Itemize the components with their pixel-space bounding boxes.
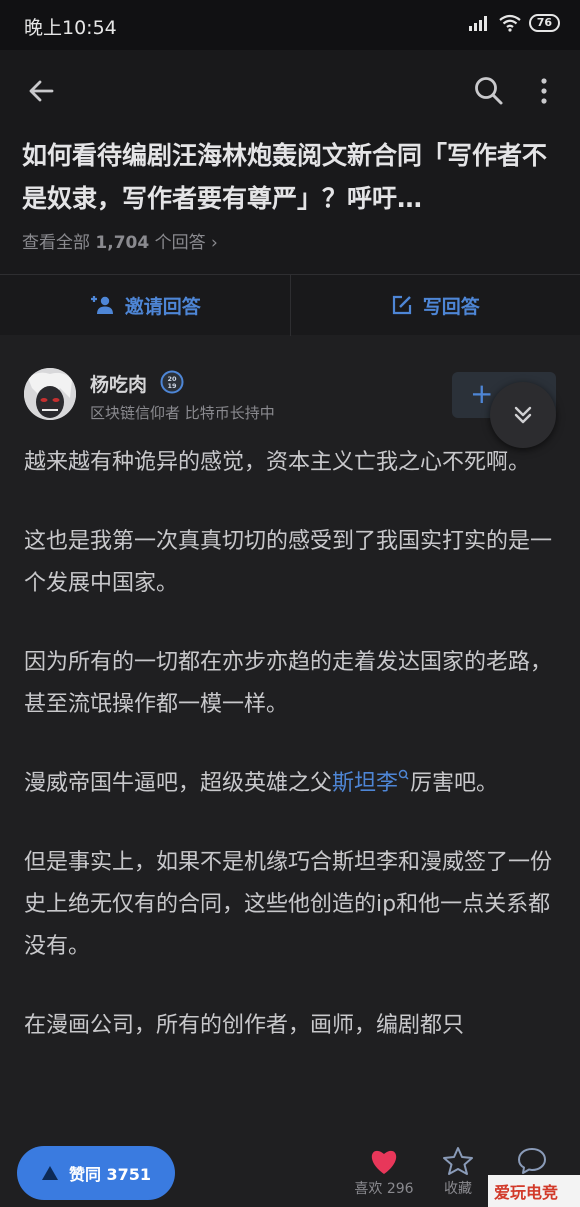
collapse-button[interactable] — [490, 382, 556, 448]
answers-count: 1,704 — [95, 233, 150, 253]
paragraph: 越来越有种诡异的感觉，资本主义亡我之心不死啊。 — [24, 450, 531, 475]
upvote-label: 赞同 3751 — [68, 1165, 152, 1184]
paragraph: 因为所有的一切都在亦步亦趋的走着发达国家的老路，甚至流氓操作都一模一样。 — [24, 650, 553, 717]
signal-icon — [468, 16, 487, 31]
author-name[interactable]: 杨吃肉 — [90, 370, 147, 397]
search-link-icon — [398, 769, 409, 780]
heart-icon — [371, 1150, 397, 1174]
comment-button[interactable] — [497, 1146, 567, 1178]
svg-text:19: 19 — [167, 382, 177, 390]
status-icons: 76 — [468, 14, 560, 32]
paragraph-text: 漫威帝国牛逼吧，超级英雄之父 — [24, 771, 333, 796]
invite-answer-label: 邀请回答 — [124, 295, 201, 318]
stan-lee-link[interactable]: 斯坦李 — [332, 771, 398, 796]
avatar[interactable] — [24, 368, 76, 420]
status-bar: 晚上10:54 76 — [0, 0, 580, 50]
back-arrow-icon[interactable] — [24, 74, 58, 108]
battery-indicator: 76 — [528, 14, 560, 32]
star-icon — [443, 1147, 473, 1175]
answer-content: 越来越有种诡异的感觉，资本主义亡我之心不死啊。 这也是我第一次真真切切的感受到了… — [24, 442, 560, 1084]
answers-count-prefix: 查看全部 — [22, 233, 96, 253]
question-header: 如何看待编剧汪海林炮轰阅文新合同「写作者不是奴隶，写作者要有尊严」？呼吁… 查看… — [0, 50, 580, 336]
author-bio: 区块链信仰者 比特币长持中 — [90, 404, 275, 422]
write-answer-button[interactable]: 写回答 — [291, 275, 580, 335]
like-button[interactable]: 喜欢 296 — [349, 1146, 419, 1198]
collect-label: 收藏 — [444, 1181, 472, 1197]
upvote-button[interactable]: 赞同 3751 — [17, 1146, 175, 1200]
answers-count-suffix: 个回答 › — [149, 233, 218, 253]
write-answer-label: 写回答 — [422, 295, 480, 318]
double-chevron-down-icon — [514, 406, 532, 424]
invite-answer-button[interactable]: 邀请回答 — [0, 275, 290, 335]
answer-card: 杨吃肉 20 19 区块链信仰者 比特币长持中 + 越来越有种诡异的感觉，资本主… — [0, 348, 580, 1207]
avatar-image — [24, 368, 76, 420]
view-all-answers-link[interactable]: 查看全部 1,704 个回答 › — [22, 228, 218, 253]
edit-icon — [392, 295, 411, 315]
like-label: 喜欢 296 — [354, 1181, 414, 1197]
add-user-icon — [90, 296, 113, 314]
more-options-icon[interactable] — [530, 74, 558, 108]
bottom-action-bar: 赞同 3751 喜欢 296 收藏 爱玩电竞 — [0, 1130, 580, 1207]
watermark: 爱玩电竞 — [488, 1175, 580, 1207]
triangle-up-icon — [41, 1166, 58, 1180]
paragraph: 这也是我第一次真真切切的感受到了我国实打实的是一个发展中国家。 — [24, 529, 553, 596]
wifi-icon — [499, 14, 521, 32]
status-time: 晚上10:54 — [24, 17, 117, 39]
paragraph: 在漫画公司，所有的创作者，画师，编剧都只 — [24, 1013, 465, 1038]
paragraph-text: 厉害吧。 — [410, 771, 499, 796]
collect-button[interactable]: 收藏 — [423, 1146, 493, 1198]
badge-icon: 20 19 — [160, 370, 184, 394]
comment-icon — [518, 1148, 546, 1174]
question-actions: 邀请回答 写回答 — [0, 274, 580, 336]
question-title[interactable]: 如何看待编剧汪海林炮轰阅文新合同「写作者不是奴隶，写作者要有尊严」？呼吁… — [22, 134, 562, 220]
paragraph: 但是事实上，如果不是机缘巧合斯坦李和漫威签了一份史上绝无仅有的合同，这些他创造的… — [24, 850, 553, 959]
paragraph: 漫威帝国牛逼吧，超级英雄之父斯坦李 厉害吧。 — [24, 763, 560, 805]
search-icon[interactable] — [472, 74, 506, 108]
